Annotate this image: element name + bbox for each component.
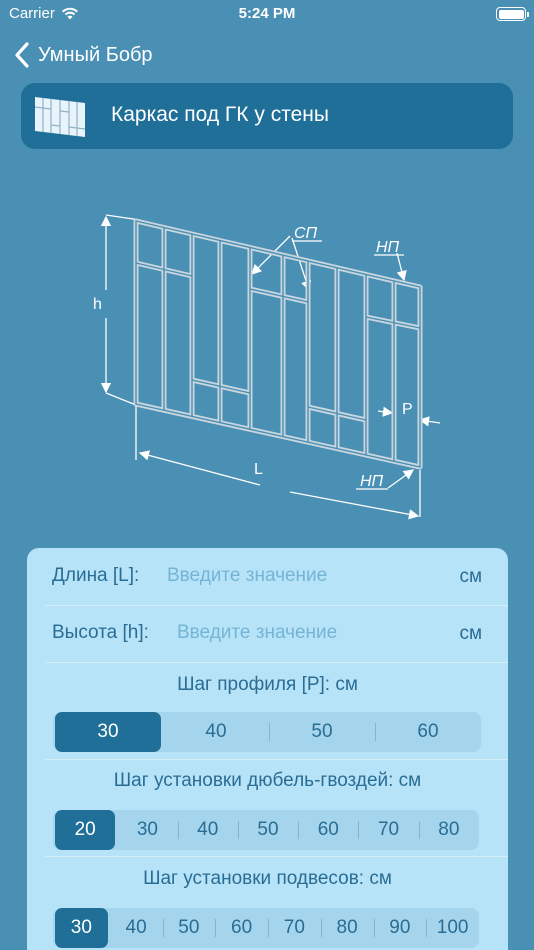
hanger-step-option-90[interactable]: 90 [373, 908, 427, 948]
length-row[interactable]: Длина [L]: Введите значение см [27, 548, 508, 605]
label-l: L [254, 461, 263, 478]
height-row[interactable]: Высота [h]: Введите значение см [27, 605, 508, 662]
label-sp: СП [294, 225, 318, 242]
hanger-step-option-40[interactable]: 40 [110, 908, 163, 948]
height-label: Высота [h]: [52, 622, 149, 643]
status-bar: Carrier 5:24 PM [0, 0, 534, 28]
dowel-step-option-50[interactable]: 50 [237, 810, 298, 850]
hanger-step-option-60[interactable]: 60 [215, 908, 268, 948]
profile-step-label: Шаг профиля [P]: см [177, 674, 358, 695]
length-unit: см [459, 566, 482, 587]
label-p: P [402, 401, 413, 418]
profile-step-option-60[interactable]: 60 [375, 712, 481, 752]
hanger-step-label: Шаг установки подвесов: см [143, 868, 392, 889]
hanger-step-option-100[interactable]: 100 [426, 908, 479, 948]
label-np-bottom: НП [360, 473, 384, 490]
hanger-step-option-30[interactable]: 30 [55, 908, 108, 948]
hanger-step-control[interactable]: 30 40 50 60 70 80 90 100 [53, 908, 479, 948]
dowel-step-control[interactable]: 20 30 40 50 60 70 80 [53, 810, 479, 850]
divider [45, 662, 508, 663]
divider [45, 759, 508, 760]
dowel-step-label: Шаг установки дюбель-гвоздей: см [113, 770, 422, 791]
chevron-left-icon [15, 42, 29, 68]
frame-diagram: СП НП h L P НП [93, 214, 441, 520]
back-label: Умный Бобр [38, 43, 153, 66]
length-label: Длина [L]: [52, 565, 140, 586]
hanger-step-option-70[interactable]: 70 [268, 908, 321, 948]
drywall-frame-icon [34, 97, 86, 137]
profile-step-option-30[interactable]: 30 [55, 712, 161, 752]
dowel-step-option-80[interactable]: 80 [418, 810, 479, 850]
back-button[interactable]: Умный Бобр [14, 38, 153, 72]
input-form: Длина [L]: Введите значение см Высота [h… [27, 548, 508, 950]
divider [45, 856, 508, 857]
profile-step-option-40[interactable]: 40 [163, 712, 269, 752]
height-input[interactable]: Введите значение [177, 622, 337, 644]
length-input[interactable]: Введите значение [167, 565, 327, 587]
label-np-top: НП [376, 239, 400, 256]
battery-icon [496, 7, 529, 21]
label-h: h [93, 296, 102, 313]
dowel-step-option-30[interactable]: 30 [117, 810, 177, 850]
hanger-step-option-80[interactable]: 80 [320, 908, 374, 948]
status-time: 5:24 PM [238, 5, 296, 22]
hanger-step-option-50[interactable]: 50 [162, 908, 216, 948]
dowel-step-option-20[interactable]: 20 [55, 810, 116, 850]
dowel-step-option-70[interactable]: 70 [358, 810, 418, 850]
page-title: Каркас под ГК у стены [111, 103, 329, 126]
dowel-step-option-40[interactable]: 40 [177, 810, 238, 850]
height-unit: см [459, 623, 482, 644]
calculator-header: Каркас под ГК у стены [21, 83, 513, 149]
profile-step-control[interactable]: 30 40 50 60 [53, 712, 481, 752]
dowel-step-option-60[interactable]: 60 [298, 810, 358, 850]
profile-step-option-50[interactable]: 50 [269, 712, 375, 752]
